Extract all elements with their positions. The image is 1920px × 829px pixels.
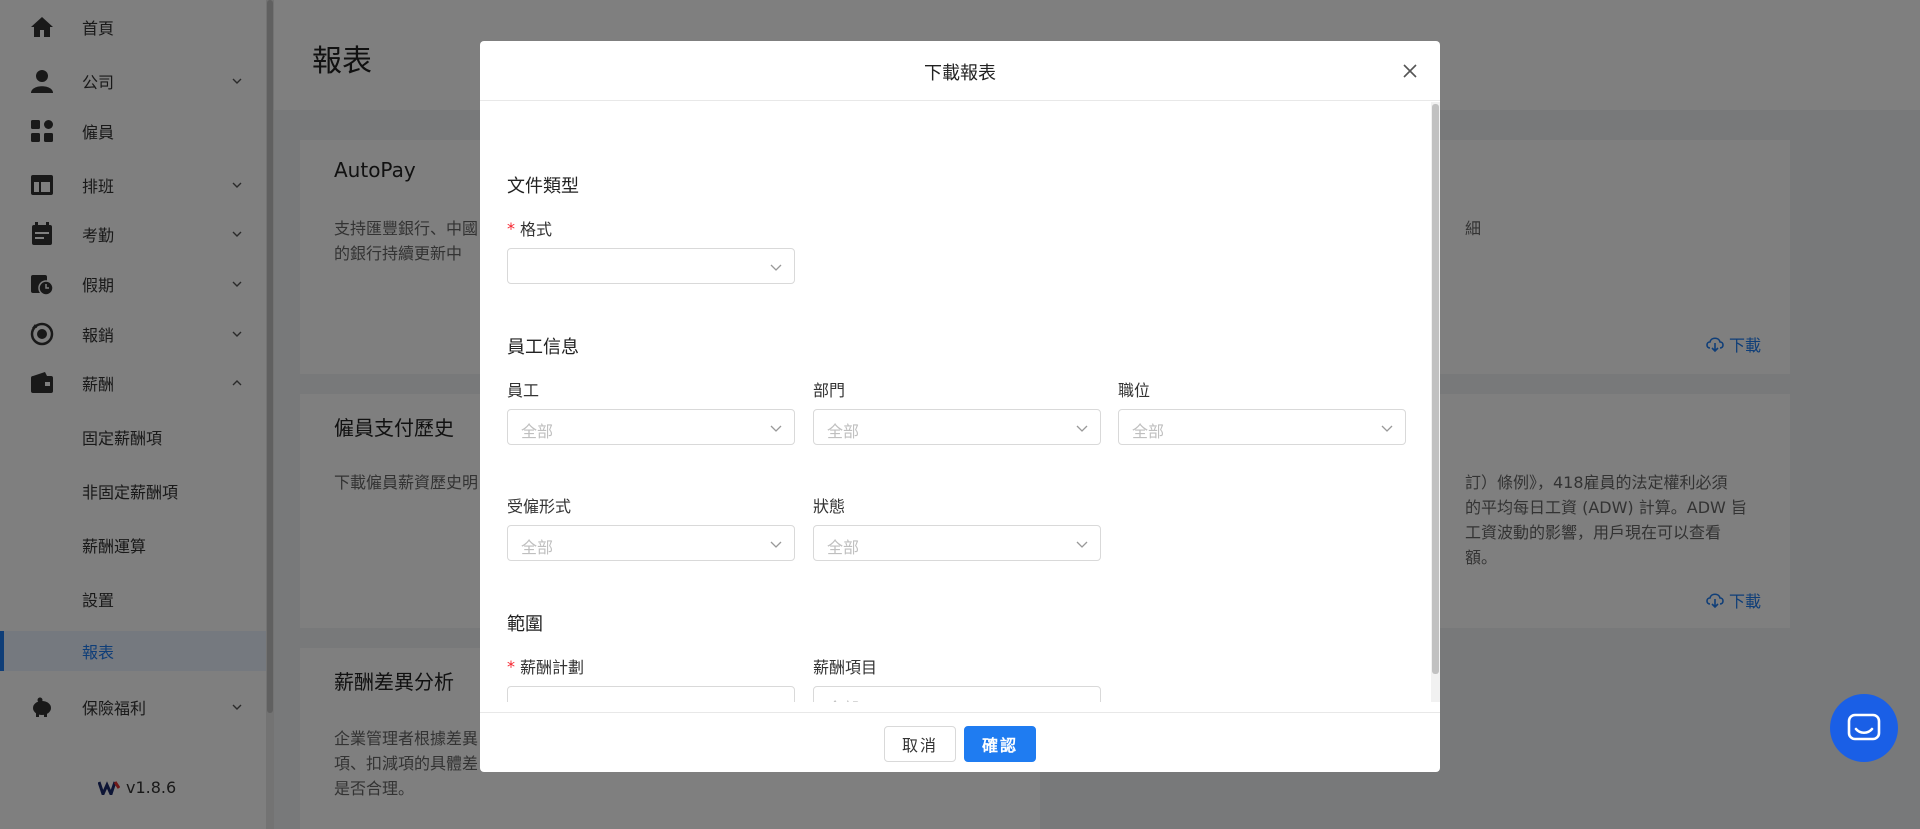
employee-select[interactable]: 全部 (507, 409, 795, 445)
chevron-down-icon (770, 264, 782, 271)
position-label: 職位 (1118, 381, 1151, 400)
employment-type-select[interactable]: 全部 (507, 525, 795, 561)
payroll-plan-select[interactable] (507, 686, 795, 702)
section-scope: 範圍 (507, 614, 543, 635)
department-select[interactable]: 全部 (813, 409, 1101, 445)
chevron-down-icon (1076, 699, 1088, 702)
department-label: 部門 (813, 381, 846, 400)
required-marker: * (507, 218, 515, 238)
payroll-plan-label: * 薪酬計劃 (507, 656, 585, 678)
modal-body: 文件類型 * 格式 員工信息 員工 全部 部門 全部 職位 全部 受僱形式 全部 (480, 102, 1440, 702)
close-icon (1403, 64, 1417, 78)
select-value: 全部 (1132, 422, 1165, 441)
chevron-down-icon (1381, 425, 1393, 432)
chevron-down-icon (1076, 425, 1088, 432)
employment-type-label: 受僱形式 (507, 497, 572, 516)
modal-header: 下載報表 (480, 41, 1440, 101)
select-value: 全部 (827, 695, 859, 702)
chat-icon (1847, 713, 1881, 741)
modal-footer: 取消 確認 (480, 712, 1440, 772)
modal-title: 下載報表 (924, 63, 996, 84)
format-select[interactable] (507, 248, 795, 284)
chevron-down-icon (770, 541, 782, 548)
employee-label: 員工 (507, 381, 540, 400)
modal-scrollbar[interactable] (1431, 102, 1440, 702)
select-value: 全部 (827, 538, 860, 557)
download-report-modal: 下載報表 文件類型 * 格式 員工信息 員工 全部 部門 全部 職位 全部 受僱… (480, 41, 1440, 772)
payroll-item-select[interactable]: 全部 (813, 686, 1101, 702)
format-label: * 格式 (507, 218, 553, 240)
position-select[interactable]: 全部 (1118, 409, 1406, 445)
chevron-down-icon (770, 699, 782, 702)
select-value: 全部 (521, 422, 554, 441)
cancel-button[interactable]: 取消 (884, 726, 956, 762)
status-select[interactable]: 全部 (813, 525, 1101, 561)
chevron-down-icon (1076, 541, 1088, 548)
select-value: 全部 (827, 422, 860, 441)
select-value: 全部 (521, 538, 554, 557)
chat-button[interactable] (1830, 694, 1898, 762)
section-employee-info: 員工信息 (507, 337, 579, 358)
close-button[interactable] (1400, 61, 1420, 81)
chevron-down-icon (770, 425, 782, 432)
status-label: 狀態 (813, 497, 846, 516)
required-marker: * (507, 656, 515, 676)
payroll-item-label: 薪酬項目 (813, 658, 878, 677)
confirm-button[interactable]: 確認 (964, 726, 1036, 762)
section-doc-type: 文件類型 (507, 176, 579, 197)
